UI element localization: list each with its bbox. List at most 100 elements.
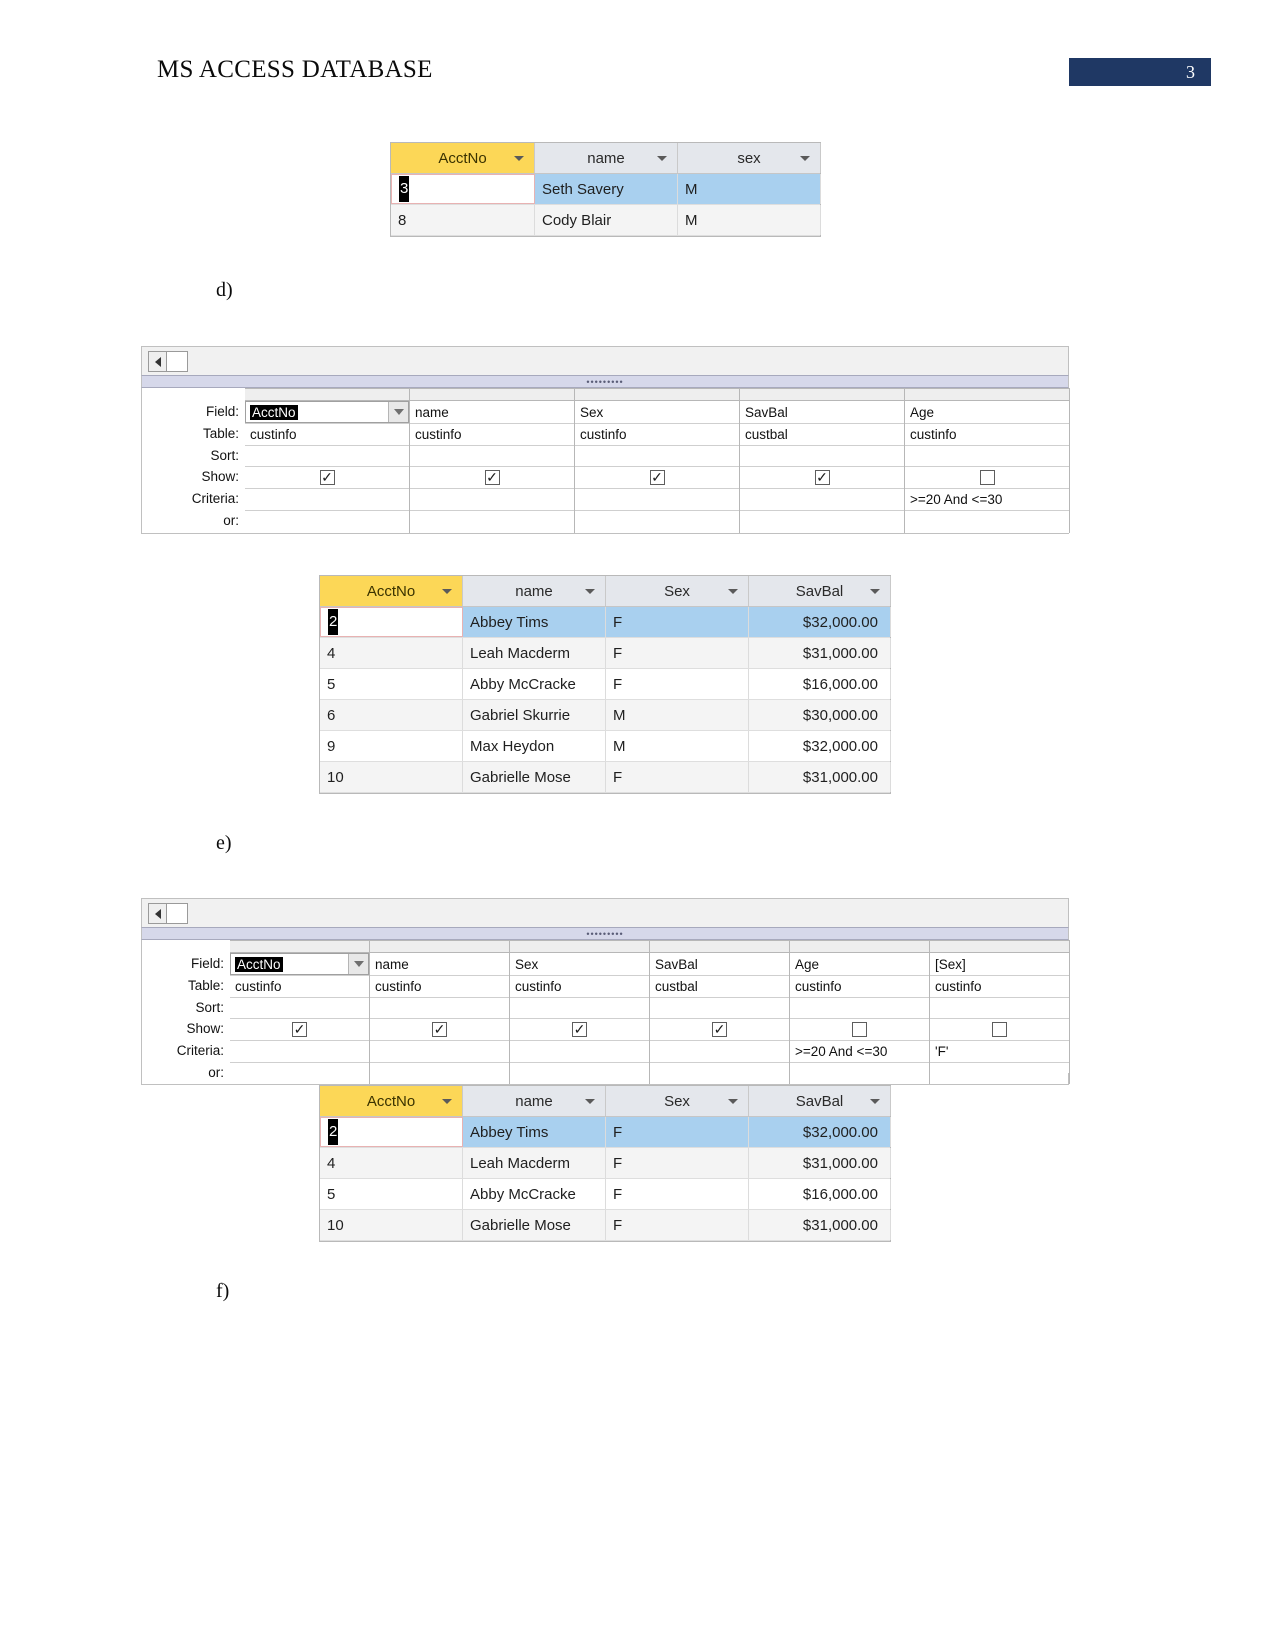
cell-savbal[interactable]: $31,000.00 [749, 1210, 891, 1240]
criteria-cell[interactable] [410, 489, 574, 511]
show-cell[interactable]: ✓ [740, 467, 904, 489]
show-checkbox[interactable]: ✓ [712, 1022, 727, 1037]
query-column-savbal[interactable]: SavBal custbal ✓ [650, 941, 790, 1084]
or-cell[interactable] [930, 1063, 1069, 1073]
cell-name[interactable]: Seth Savery [535, 174, 678, 204]
cell-acctno[interactable]: 5 [320, 1179, 463, 1209]
cell-sex[interactable]: F [606, 1179, 749, 1209]
show-checkbox[interactable]: ✓ [292, 1022, 307, 1037]
column-selector-handle[interactable] [740, 389, 904, 401]
column-selector-handle[interactable] [230, 941, 369, 953]
caret-down-icon[interactable] [870, 1099, 880, 1104]
show-checkbox[interactable]: ✓ [319, 470, 335, 485]
triangle-left-icon[interactable] [148, 351, 167, 372]
column-header-name[interactable]: name [463, 1086, 606, 1116]
table-row[interactable]: 5 Abby McCracke F $16,000.00 [320, 669, 891, 700]
table-cell[interactable]: custinfo [230, 976, 369, 998]
or-cell[interactable] [575, 511, 739, 533]
pane-splitter[interactable]: ••••••••• [141, 927, 1069, 940]
cell-savbal[interactable]: $16,000.00 [749, 1179, 891, 1209]
caret-down-icon[interactable] [585, 589, 595, 594]
field-cell[interactable]: name [370, 953, 509, 976]
cell-savbal[interactable]: $31,000.00 [749, 638, 891, 668]
field-combobox[interactable]: AcctNo [230, 953, 369, 975]
table-row[interactable]: 2 Abbey Tims F $32,000.00 [320, 607, 891, 638]
caret-down-icon[interactable] [728, 1099, 738, 1104]
criteria-cell[interactable]: >=20 And <=30 [905, 489, 1069, 511]
query-column-acctno[interactable]: AcctNo custinfo ✓ [230, 941, 370, 1084]
table-cell[interactable]: custinfo [410, 424, 574, 446]
or-cell[interactable] [740, 511, 904, 533]
column-header-savbal[interactable]: SavBal [749, 1086, 891, 1116]
query-column-sex[interactable]: Sex custinfo ✓ [575, 389, 740, 533]
criteria-cell[interactable]: >=20 And <=30 [790, 1041, 929, 1063]
query-design-grid-e[interactable]: ••••••••• Field: Table: Sort: Show: Criteria:… [141, 898, 1070, 1085]
cell-acctno[interactable]: 8 [391, 205, 535, 235]
cell-acctno[interactable]: 2 [320, 1117, 463, 1147]
cell-acctno[interactable]: 5 [320, 669, 463, 699]
cell-sex[interactable]: F [606, 638, 749, 668]
or-cell[interactable] [790, 1063, 929, 1073]
cell-name[interactable]: Abby McCracke [463, 1179, 606, 1209]
table-row[interactable]: 4 Leah Macderm F $31,000.00 [320, 638, 891, 669]
sort-cell[interactable] [230, 998, 369, 1019]
caret-down-icon[interactable] [442, 589, 452, 594]
query-column-savbal[interactable]: SavBal custbal ✓ [740, 389, 905, 533]
cell-sex[interactable]: F [606, 1148, 749, 1178]
chevron-down-icon[interactable] [388, 402, 408, 422]
cell-sex[interactable]: F [606, 669, 749, 699]
cell-sex[interactable]: F [606, 762, 749, 792]
field-cell[interactable]: AcctNo [230, 953, 369, 976]
sort-cell[interactable] [740, 446, 904, 467]
column-selector-handle[interactable] [410, 389, 574, 401]
show-cell[interactable]: ✓ [230, 1019, 369, 1041]
show-checkbox[interactable]: ✓ [484, 470, 500, 485]
column-header-sex[interactable]: sex [678, 143, 821, 173]
show-checkbox[interactable] [979, 470, 995, 485]
table-row[interactable]: 6 Gabriel Skurrie M $30,000.00 [320, 700, 891, 731]
chevron-down-icon[interactable] [348, 954, 368, 974]
show-cell[interactable]: ✓ [410, 467, 574, 489]
table-cell[interactable]: custinfo [930, 976, 1069, 998]
query-pane-box[interactable] [166, 903, 188, 924]
criteria-cell[interactable] [510, 1041, 649, 1063]
caret-down-icon[interactable] [585, 1099, 595, 1104]
cell-sex[interactable]: M [678, 205, 821, 235]
cell-acctno[interactable]: 6 [320, 700, 463, 730]
sort-cell[interactable] [245, 446, 409, 467]
column-header-name[interactable]: name [463, 576, 606, 606]
cell-sex[interactable]: M [678, 174, 821, 204]
table-row[interactable]: 10 Gabrielle Mose F $31,000.00 [320, 1210, 891, 1241]
show-cell[interactable] [790, 1019, 929, 1041]
datasheet-e[interactable]: AcctNo name Sex SavBal 2 Abbey Tims F $32,000.0… [319, 575, 891, 794]
cell-name[interactable]: Gabriel Skurrie [463, 700, 606, 730]
table-cell[interactable]: custinfo [370, 976, 509, 998]
query-design-grid-d[interactable]: ••••••••• Field: Table: Sort: Show: Criteria:… [141, 346, 1070, 534]
cell-name[interactable]: Abby McCracke [463, 669, 606, 699]
cell-savbal[interactable]: $32,000.00 [749, 1117, 891, 1147]
table-cell[interactable]: custbal [650, 976, 789, 998]
show-checkbox[interactable]: ✓ [814, 470, 830, 485]
table-cell[interactable]: custinfo [510, 976, 649, 998]
column-header-acctno[interactable]: AcctNo [391, 143, 535, 173]
caret-down-icon[interactable] [728, 589, 738, 594]
triangle-left-icon[interactable] [148, 903, 167, 924]
or-cell[interactable] [650, 1063, 789, 1073]
caret-down-icon[interactable] [870, 589, 880, 594]
field-cell[interactable]: Age [905, 401, 1069, 424]
sort-cell[interactable] [370, 998, 509, 1019]
table-cell[interactable]: custbal [740, 424, 904, 446]
query-column-name[interactable]: name custinfo ✓ [370, 941, 510, 1084]
cell-acctno[interactable]: 2 [320, 607, 463, 637]
cell-acctno[interactable]: 9 [320, 731, 463, 761]
table-cell[interactable]: custinfo [905, 424, 1069, 446]
column-header-acctno[interactable]: AcctNo [320, 1086, 463, 1116]
sort-cell[interactable] [905, 446, 1069, 467]
column-selector-handle[interactable] [510, 941, 649, 953]
sort-cell[interactable] [930, 998, 1069, 1019]
datasheet-top[interactable]: AcctNo name sex 3 Seth Savery M 8 Cody Blair M [390, 142, 821, 237]
datasheet-f[interactable]: AcctNo name Sex SavBal 2 Abbey Tims F $32,000.0… [319, 1085, 891, 1242]
criteria-cell[interactable]: 'F' [930, 1041, 1069, 1063]
show-cell[interactable]: ✓ [370, 1019, 509, 1041]
column-selector-handle[interactable] [575, 389, 739, 401]
